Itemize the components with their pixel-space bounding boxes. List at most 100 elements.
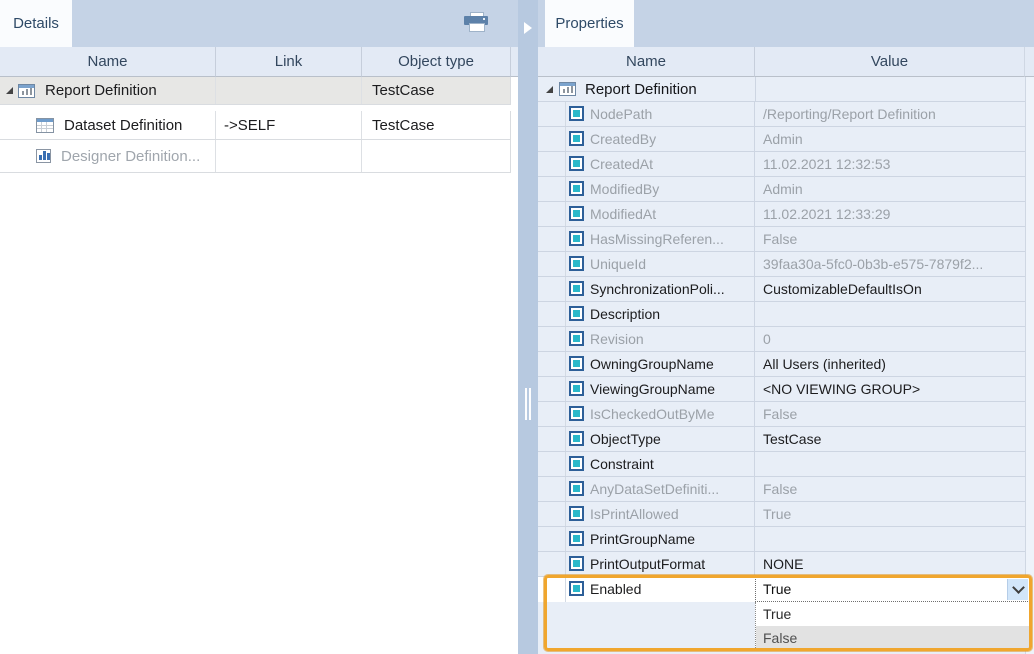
property-checkbox-icon bbox=[569, 481, 584, 496]
property-row-enabled[interactable]: Enabled True bbox=[538, 577, 1025, 602]
application-window: Details Name Link Object type Report Def… bbox=[0, 0, 1034, 654]
property-row[interactable]: OwningGroupNameAll Users (inherited) bbox=[538, 352, 1025, 377]
column-header-link[interactable]: Link bbox=[216, 47, 362, 77]
tab-details-label: Details bbox=[13, 15, 59, 32]
property-group-row[interactable]: Report Definition bbox=[538, 77, 1025, 102]
details-tab-bar: Details bbox=[0, 0, 518, 47]
property-name: Description bbox=[590, 302, 660, 326]
property-checkbox-icon bbox=[569, 281, 584, 296]
splitter-grip[interactable] bbox=[525, 388, 531, 420]
property-row[interactable]: CreatedAt11.02.2021 12:32:53 bbox=[538, 152, 1025, 177]
property-checkbox-icon bbox=[569, 131, 584, 146]
property-row[interactable]: AnyDataSetDefiniti...False bbox=[538, 477, 1025, 502]
report-icon bbox=[18, 84, 35, 98]
property-value: 0 bbox=[763, 327, 771, 351]
property-row[interactable]: UniqueId 39faa30a-5fc0-0b3b-e575-7879f2..… bbox=[538, 252, 1025, 277]
panel-splitter[interactable] bbox=[518, 0, 538, 654]
property-name: Enabled bbox=[590, 577, 641, 601]
property-row[interactable]: HasMissingReferen... False bbox=[538, 227, 1025, 252]
print-button[interactable] bbox=[462, 10, 490, 36]
property-name: IsPrintAllowed bbox=[590, 502, 679, 526]
details-panel: Details Name Link Object type Report Def… bbox=[0, 0, 518, 654]
property-checkbox-icon bbox=[569, 306, 584, 321]
property-checkbox-icon bbox=[569, 506, 584, 521]
row-object-type: TestCase bbox=[372, 117, 435, 134]
property-row[interactable]: ViewingGroupName<NO VIEWING GROUP> bbox=[538, 377, 1025, 402]
property-checkbox-icon bbox=[569, 231, 584, 246]
property-row[interactable]: NodePath/Reporting/Report Definition bbox=[538, 102, 1025, 127]
collapse-arrow-icon[interactable] bbox=[524, 22, 532, 34]
property-value: <NO VIEWING GROUP> bbox=[763, 377, 920, 401]
property-value: NONE bbox=[763, 552, 803, 576]
property-row[interactable]: IsPrintAllowed True bbox=[538, 502, 1025, 527]
property-row[interactable]: IsCheckedOutByMe False bbox=[538, 402, 1025, 427]
table-row[interactable]: Dataset Definition->SELFTestCase bbox=[0, 111, 511, 140]
property-checkbox-icon bbox=[569, 431, 584, 446]
properties-panel: Properties Name Value Report Definition … bbox=[538, 0, 1034, 654]
property-name: OwningGroupName bbox=[590, 352, 714, 376]
dropdown-arrow-button[interactable] bbox=[1007, 579, 1028, 600]
dataset-icon bbox=[36, 118, 54, 133]
column-header-filler bbox=[1025, 47, 1034, 77]
property-checkbox-icon bbox=[569, 181, 584, 196]
printer-icon bbox=[464, 12, 488, 31]
enabled-dropdown[interactable]: True bbox=[755, 577, 1030, 602]
property-checkbox-icon bbox=[569, 356, 584, 371]
property-name: ModifiedAt bbox=[590, 202, 656, 226]
property-row[interactable]: ObjectTypeTestCase bbox=[538, 427, 1025, 452]
expander-icon[interactable] bbox=[6, 87, 13, 94]
property-checkbox-icon bbox=[569, 331, 584, 346]
property-row[interactable]: PrintOutputFormatNONE bbox=[538, 552, 1025, 577]
property-group-label: Report Definition bbox=[585, 81, 697, 98]
property-row[interactable]: CreatedBy Admin bbox=[538, 127, 1025, 152]
property-value: Admin bbox=[763, 127, 803, 151]
column-header-name[interactable]: Name bbox=[0, 47, 216, 77]
property-value: 39faa30a-5fc0-0b3b-e575-7879f2... bbox=[763, 252, 983, 276]
property-checkbox-icon bbox=[569, 381, 584, 396]
table-row[interactable]: Report DefinitionTestCase bbox=[0, 77, 511, 105]
dropdown-option-true[interactable]: True bbox=[756, 602, 1029, 626]
property-value: 11.02.2021 12:32:53 bbox=[763, 152, 890, 176]
property-row[interactable]: ModifiedByAdmin bbox=[538, 177, 1025, 202]
property-row[interactable]: Constraint bbox=[538, 452, 1025, 477]
property-name: HasMissingReferen... bbox=[590, 227, 724, 251]
column-header-object-type[interactable]: Object type bbox=[362, 47, 511, 77]
property-checkbox-icon bbox=[569, 206, 584, 221]
scrollbar-track[interactable] bbox=[1025, 77, 1034, 654]
table-row[interactable]: Designer Definition... bbox=[0, 140, 511, 173]
property-row[interactable]: Description bbox=[538, 302, 1025, 327]
property-name: UniqueId bbox=[590, 252, 646, 276]
enabled-dropdown-list: True False bbox=[755, 602, 1030, 650]
column-header-property-value[interactable]: Value bbox=[755, 47, 1025, 77]
dropdown-option-false[interactable]: False bbox=[756, 626, 1029, 650]
property-value: /Reporting/Report Definition bbox=[763, 102, 936, 126]
property-row[interactable]: SynchronizationPoli...CustomizableDefaul… bbox=[538, 277, 1025, 302]
property-name: Revision bbox=[590, 327, 644, 351]
property-value: Admin bbox=[763, 177, 803, 201]
property-name: Constraint bbox=[590, 452, 654, 476]
property-row[interactable]: ModifiedAt11.02.2021 12:33:29 bbox=[538, 202, 1025, 227]
tab-properties-label: Properties bbox=[555, 15, 623, 32]
report-icon bbox=[559, 82, 576, 96]
property-row[interactable]: Revision 0 bbox=[538, 327, 1025, 352]
tab-properties[interactable]: Properties bbox=[545, 0, 634, 47]
property-row[interactable]: PrintGroupName bbox=[538, 527, 1025, 552]
expander-icon[interactable] bbox=[546, 86, 553, 93]
property-name: CreatedBy bbox=[590, 127, 656, 151]
chevron-down-icon bbox=[1012, 581, 1025, 594]
row-link: ->SELF bbox=[224, 117, 275, 134]
property-name: IsCheckedOutByMe bbox=[590, 402, 715, 426]
property-value: True bbox=[763, 502, 791, 526]
property-value: False bbox=[763, 402, 797, 426]
properties-tab-bar: Properties bbox=[538, 0, 1034, 47]
property-checkbox-icon bbox=[569, 581, 584, 596]
property-checkbox-icon bbox=[569, 406, 584, 421]
property-value: False bbox=[763, 477, 797, 501]
property-value: False bbox=[763, 227, 797, 251]
row-name: Report Definition bbox=[45, 82, 157, 99]
tab-details[interactable]: Details bbox=[0, 0, 72, 47]
property-checkbox-icon bbox=[569, 531, 584, 546]
property-name: SynchronizationPoli... bbox=[590, 277, 725, 301]
column-header-property-name[interactable]: Name bbox=[538, 47, 755, 77]
property-name: NodePath bbox=[590, 102, 652, 126]
